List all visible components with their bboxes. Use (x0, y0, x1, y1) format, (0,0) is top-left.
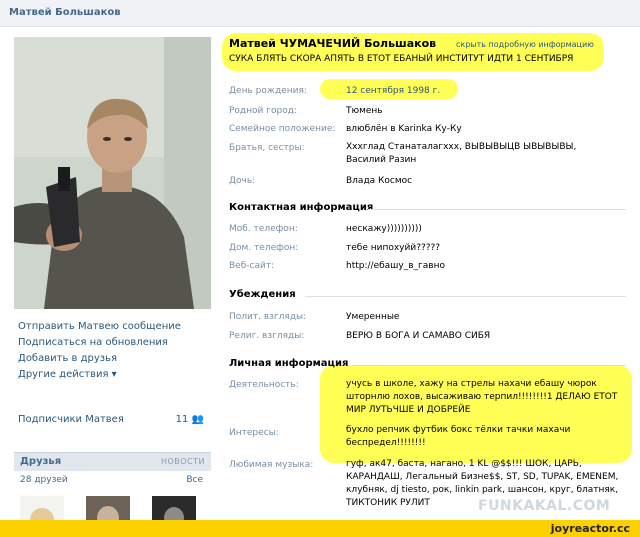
footer-brand[interactable]: joyreactor.cc (551, 522, 630, 535)
website-value[interactable]: http://ебашу_в_гавно (346, 261, 445, 271)
siblings-label: Братья, сестры: (229, 143, 305, 153)
birthday-value[interactable]: 12 сентября 1998 г. (346, 86, 440, 96)
section-divider (352, 365, 626, 366)
home-phone-label: Дом. телефон: (229, 243, 299, 253)
send-message-link[interactable]: Отправить Матвею сообщение (18, 319, 208, 335)
interests-value[interactable]: бухло репчик футбик бокс тёлки тачки мах… (346, 424, 618, 450)
religion-value[interactable]: ВЕРЮ В БОГА И САМАВО СИБЯ (346, 331, 490, 341)
daughter-value[interactable]: Влада Космос (346, 176, 412, 186)
daughter-label: Дочь: (229, 176, 256, 186)
subscribers-count: 11 👥 (175, 414, 204, 425)
religion-label: Религ. взгляды: (229, 331, 305, 341)
hometown-value[interactable]: Тюмень (346, 106, 383, 116)
friends-count[interactable]: 28 друзей (20, 475, 68, 485)
politics-label: Полит. взгляды: (229, 312, 307, 322)
more-actions-link[interactable]: Другие действия ▾ (18, 367, 208, 383)
friends-header[interactable]: Друзья НОВОСТИ (14, 452, 211, 471)
profile-name: Матвей ЧУМАЧЕЧИЙ Большаков (229, 37, 437, 50)
watermark: FUNKAKAL.COM (478, 498, 611, 514)
mobile-label: Моб. телефон: (229, 224, 298, 234)
subscribers-link[interactable]: Подписчики Матвея 11 👥 (18, 414, 208, 425)
profile-photo[interactable] (14, 37, 211, 309)
section-divider (305, 296, 626, 297)
friends-title: Друзья (20, 456, 62, 467)
profile-photo-image (14, 37, 211, 309)
activity-value: учусь в школе, хажу на стрелы нахачи еба… (346, 379, 618, 415)
mobile-value: нескажу)))))))))) (346, 224, 422, 234)
relationship-label: Семейное положение: (229, 124, 336, 134)
profile-status: СУКА БЛЯТЬ СКОРА АПЯТЬ В ЕТОТ ЕБАНЫЙ ИНС… (229, 54, 574, 64)
subscribers-label: Подписчики Матвея (18, 414, 124, 425)
activity-label: Деятельность: (229, 380, 299, 390)
beliefs-heading: Убеждения (229, 289, 296, 300)
friends-all-link[interactable]: Все (186, 475, 203, 485)
birthday-label: День рождения: (229, 86, 307, 96)
page-title: Матвей Большаков (9, 7, 121, 18)
hide-details-link[interactable]: скрыть подробную информацию (456, 40, 594, 49)
section-divider (368, 209, 626, 210)
footer-bar: joyreactor.cc (0, 520, 640, 537)
profile-actions: Отправить Матвею сообщение Подписаться н… (18, 319, 208, 383)
politics-value[interactable]: Умеренные (346, 312, 399, 322)
website-label: Веб-сайт: (229, 261, 275, 271)
friends-summary: 28 друзей Все (20, 475, 205, 485)
page-header: Матвей Большаков (0, 0, 640, 27)
personal-heading: Личная информация (229, 358, 349, 369)
interests-label: Интересы: (229, 428, 279, 438)
relationship-value[interactable]: влюблён в Karinka Ку-Ку (346, 124, 462, 134)
add-friend-link[interactable]: Добавить в друзья (18, 351, 208, 367)
siblings-value[interactable]: Ххxглад Станаталагxxx, ВЫВЫВЫЦВ ЫВЫВЫВЫ,… (346, 141, 616, 167)
home-phone-value: тебе нипохуйй????? (346, 243, 441, 253)
friends-news-link[interactable]: НОВОСТИ (161, 457, 205, 466)
subscribe-link[interactable]: Подписаться на обновления (18, 335, 208, 351)
hometown-label: Родной город: (229, 106, 297, 116)
contacts-heading: Контактная информация (229, 202, 374, 213)
music-label: Любимая музыка: (229, 460, 314, 470)
